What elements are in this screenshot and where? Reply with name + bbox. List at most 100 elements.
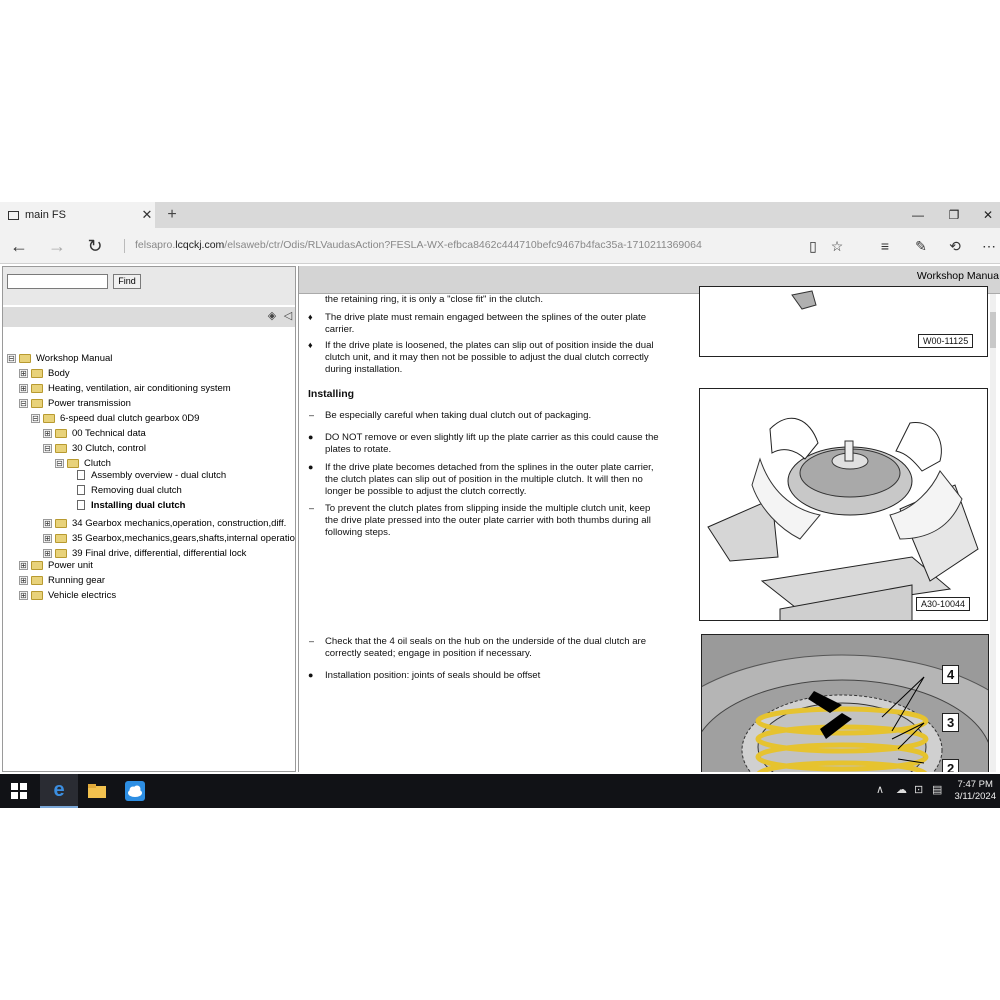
expand-icon[interactable]: ⊞	[43, 548, 52, 558]
navigation-pane: Find ◈ ◁ ⊟ Workshop Manual ⊞ Body ⊞ Heating…	[2, 266, 296, 772]
bullet-marker: ●	[308, 462, 314, 472]
minimize-button[interactable]: —	[900, 202, 936, 228]
collapse-left-icon[interactable]: ◁	[281, 309, 295, 323]
more-icon[interactable]: ⋯	[978, 236, 1000, 256]
tree-node-label: 00 Technical data	[72, 427, 146, 439]
notifications-icon[interactable]: ▤	[932, 783, 942, 796]
text-line: during installation.	[325, 364, 403, 375]
expand-icon[interactable]: ⊞	[43, 518, 52, 528]
figure-w00-11125: W00-11125	[699, 286, 988, 357]
folder-icon	[31, 560, 43, 570]
expand-icon[interactable]: ⊞	[19, 383, 28, 393]
folder-icon	[31, 368, 43, 378]
address-bar[interactable]: felsapro.lcqckj.com/elsaweb/ctr/Odis/RLV…	[135, 239, 702, 251]
bullet-marker: ♦	[308, 312, 313, 322]
tree-node[interactable]: ⊞ 00 Technical data	[43, 426, 146, 440]
forward-button[interactable]: →	[44, 234, 70, 258]
figure-illustration	[707, 417, 979, 620]
folder-icon	[31, 590, 43, 600]
navigation-bar: ← → ↻ felsapro.lcqckj.com/elsaweb/ctr/Od…	[0, 228, 1000, 264]
expand-icon[interactable]: ⊞	[19, 590, 28, 600]
close-tab-icon[interactable]: ✕	[139, 207, 155, 223]
folder-icon	[31, 398, 43, 408]
text-line: the drive plate pressed into the outer p…	[325, 515, 651, 526]
url-host: lcqckj.com	[175, 239, 225, 251]
file-explorer-taskbar-button[interactable]	[78, 774, 116, 808]
clock[interactable]: 7:47 PM 3/11/2024	[954, 779, 996, 803]
tree-node[interactable]: ⊟ 6-speed dual clutch gearbox 0D9	[31, 411, 199, 425]
tree-node-label: 34 Gearbox mechanics,operation, construc…	[72, 517, 287, 529]
tree-node[interactable]: ⊟ 30 Clutch, control	[43, 441, 146, 455]
text-line: following steps.	[325, 527, 391, 538]
new-tab-button[interactable]: +	[162, 205, 182, 225]
expand-icon[interactable]: ⊞	[19, 368, 28, 378]
expand-icon[interactable]: ⊞	[43, 533, 52, 543]
browser-tab[interactable]: main FS ✕	[0, 202, 155, 228]
reading-view-icon[interactable]: ▯	[802, 236, 824, 256]
collapse-icon[interactable]: ⊟	[55, 458, 64, 468]
collapse-icon[interactable]: ⊟	[19, 398, 28, 408]
book-icon[interactable]: ◈	[265, 309, 279, 323]
start-button[interactable]	[0, 774, 38, 808]
search-input[interactable]	[7, 274, 108, 289]
figure-oil-seals: 4 3 2	[701, 634, 989, 772]
tree-node[interactable]: ⊞ 34 Gearbox mechanics,operation, constru…	[43, 516, 286, 530]
tree-node[interactable]: ⊞ 35 Gearbox,mechanics,gears,shafts,inter…	[43, 531, 296, 545]
tree-node-selected[interactable]: Installing dual clutch	[77, 498, 185, 512]
expand-icon[interactable]: ⊞	[19, 560, 28, 570]
tree-node-label: 30 Clutch, control	[72, 442, 146, 454]
folder-icon	[55, 533, 67, 543]
tree-node[interactable]: ⊞ Heating, ventilation, air conditioning …	[19, 381, 231, 395]
collapse-icon[interactable]: ⊟	[31, 413, 40, 423]
folder-icon	[55, 428, 67, 438]
taskbar: e ∧ ☁ ⊡ ▤ 7:47 PM 3/11/2024	[0, 774, 1000, 808]
text-line: To prevent the clutch plates from slippi…	[325, 503, 651, 514]
text-line: The drive plate must remain engaged betw…	[325, 312, 647, 323]
tree-node-label: Assembly overview - dual clutch	[91, 469, 227, 481]
favorite-star-icon[interactable]: ☆	[826, 236, 848, 256]
clock-time: 7:47 PM	[957, 779, 993, 790]
tree-node-label: 35 Gearbox,mechanics,gears,shafts,intern…	[72, 532, 296, 544]
dash-marker: –	[309, 410, 315, 420]
tree-node-label: Vehicle electrics	[48, 589, 117, 601]
text-line: Be especially careful when taking dual c…	[325, 410, 592, 421]
expand-icon[interactable]: ⊞	[43, 428, 52, 438]
tree-node[interactable]: ⊞ Body	[19, 366, 70, 380]
edge-taskbar-button[interactable]: e	[40, 774, 78, 808]
find-button[interactable]: Find	[113, 274, 141, 289]
cloud-tray-icon[interactable]: ☁	[896, 783, 907, 796]
bullet-marker: ♦	[308, 340, 313, 350]
vertical-scrollbar[interactable]	[990, 294, 996, 772]
document-header-title: Workshop Manua	[916, 270, 999, 282]
tree-node[interactable]: ⊞ Running gear	[19, 573, 105, 587]
tree-node-label: Heating, ventilation, air conditioning s…	[48, 382, 231, 394]
close-window-button[interactable]: ✕	[970, 202, 1000, 228]
collapse-icon[interactable]: ⊟	[7, 353, 16, 363]
section-heading: Installing	[308, 388, 355, 400]
folder-icon	[67, 458, 79, 468]
tree-node[interactable]: Removing dual clutch	[77, 483, 182, 497]
tab-bar: main FS ✕ + — ❐ ✕	[0, 202, 1000, 228]
share-icon[interactable]: ⟲	[944, 236, 966, 256]
restore-button[interactable]: ❐	[936, 202, 972, 228]
hub-icon[interactable]: ≡	[874, 236, 896, 256]
tree-node[interactable]: ⊞ Power unit	[19, 558, 93, 572]
callout-3: 3	[942, 713, 960, 732]
cloud-app-taskbar-button[interactable]	[116, 774, 154, 808]
web-note-icon[interactable]: ✎	[910, 236, 932, 256]
collapse-icon[interactable]: ⊟	[43, 443, 52, 453]
tree-node[interactable]: ⊞ Vehicle electrics	[19, 588, 116, 602]
back-button[interactable]: ←	[6, 234, 32, 258]
folder-icon	[55, 518, 67, 528]
tray-expand-icon[interactable]: ∧	[876, 783, 884, 796]
tree-node-label: Workshop Manual	[36, 352, 113, 364]
expand-icon[interactable]: ⊞	[19, 575, 28, 585]
text-line: Installation position: joints of seals s…	[325, 670, 541, 681]
tree-node[interactable]: ⊟ Workshop Manual	[7, 351, 112, 365]
refresh-button[interactable]: ↻	[82, 234, 108, 258]
tree-node[interactable]: ⊟ Power transmission	[19, 396, 131, 410]
scrollbar-thumb[interactable]	[990, 312, 996, 348]
tree-node[interactable]: Assembly overview - dual clutch	[77, 468, 226, 482]
page-icon	[8, 210, 19, 220]
network-icon[interactable]: ⊡	[914, 783, 923, 796]
